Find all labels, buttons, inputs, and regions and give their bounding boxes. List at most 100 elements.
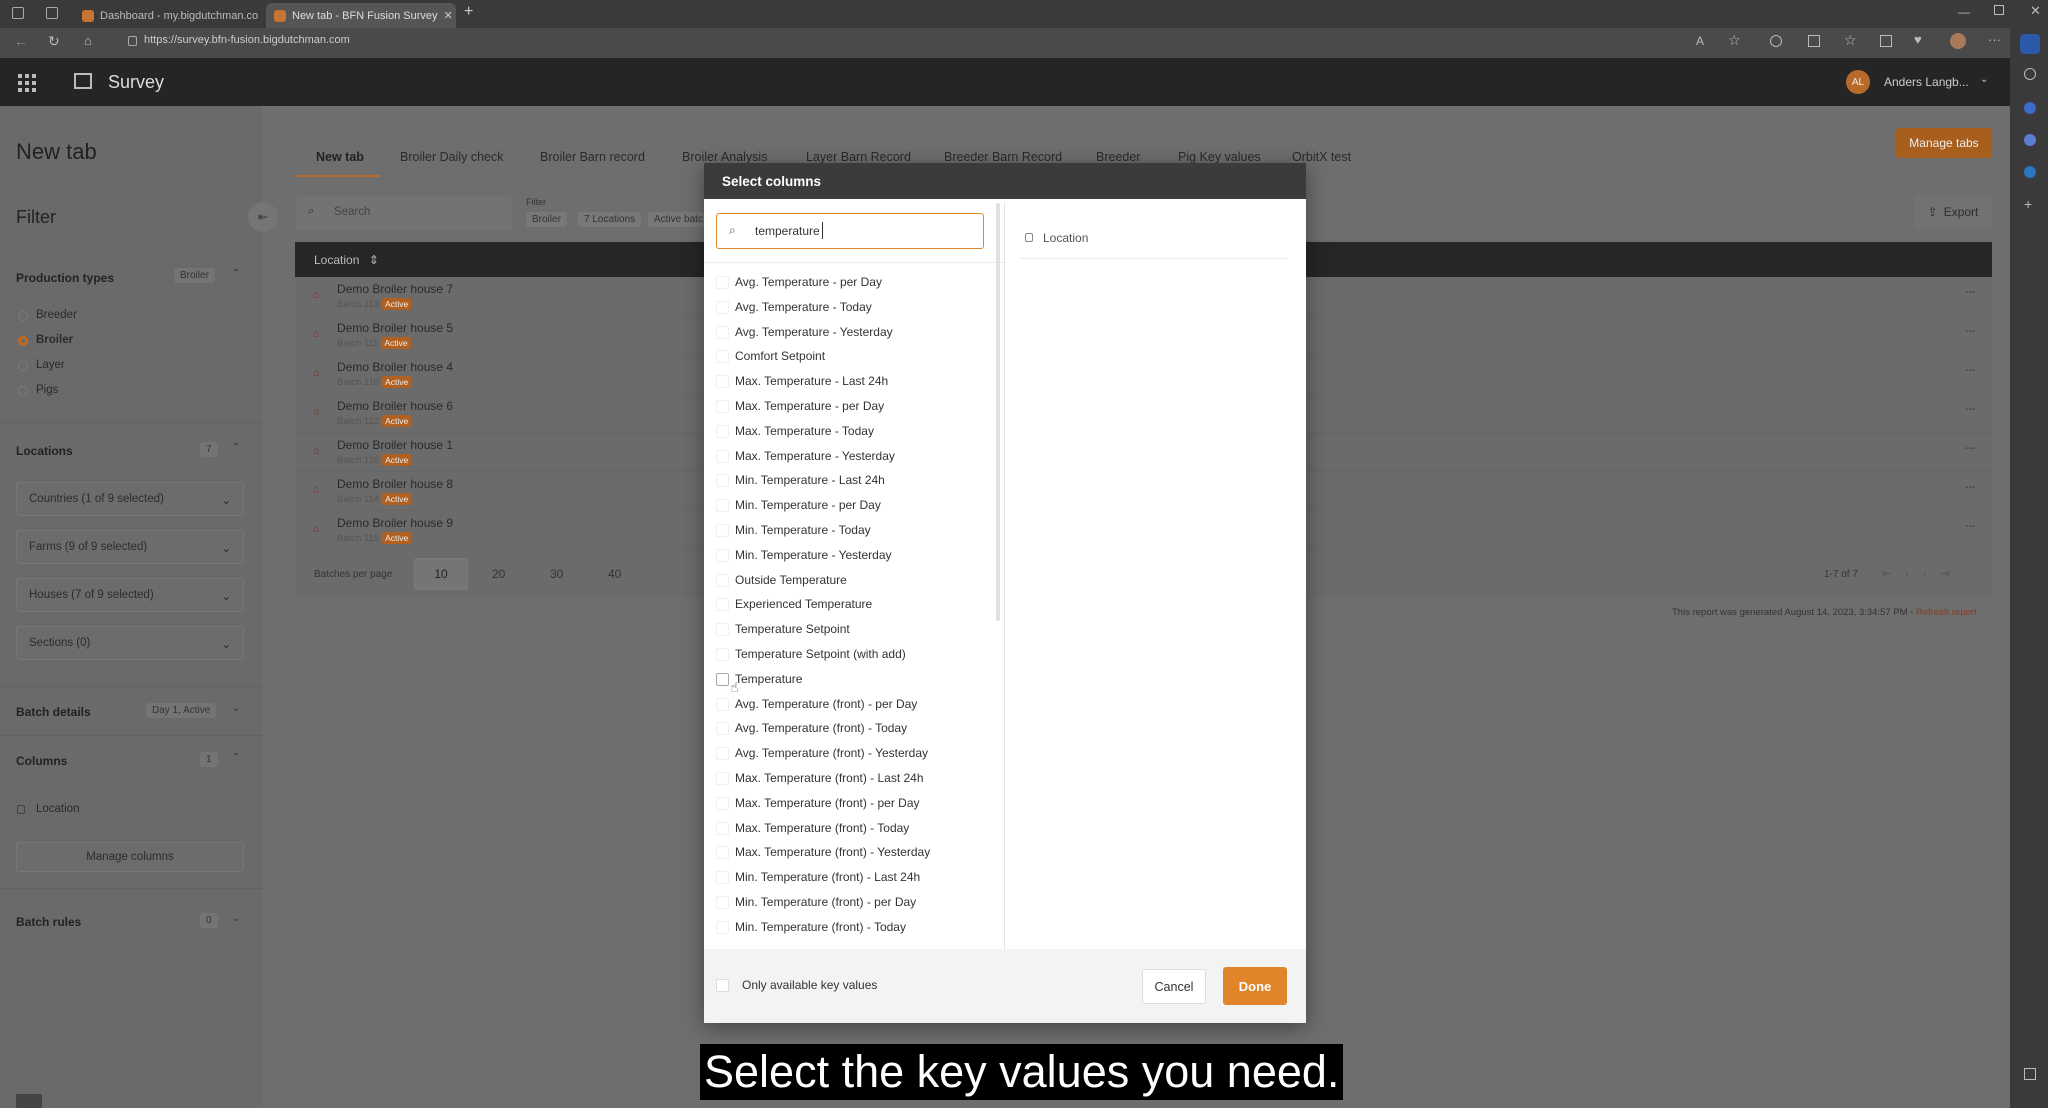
profile-avatar-icon[interactable]	[1950, 33, 1966, 49]
column-option-checkbox[interactable]	[716, 350, 729, 364]
tab-broiler-daily-check[interactable]: Broiler Daily check	[400, 150, 504, 164]
radio-breeder[interactable]	[18, 311, 28, 321]
column-option[interactable]: Avg. Temperature (front) - Yesterday	[735, 741, 928, 766]
back-icon[interactable]: ←	[14, 33, 28, 49]
column-option-checkbox[interactable]	[716, 747, 729, 761]
row-menu-icon[interactable]: ---	[1965, 404, 1975, 415]
row-menu-icon[interactable]: ---	[1965, 287, 1975, 298]
split-screen-icon[interactable]	[1808, 35, 1820, 47]
column-option[interactable]: Min. Temperature (front) - per Day	[735, 890, 916, 915]
browser-tab-dashboard[interactable]: Dashboard - my.bigdutchman.co ✕	[74, 3, 264, 28]
browser-tab-survey[interactable]: New tab - BFN Fusion Survey ✕	[266, 3, 456, 28]
chevron-down-icon[interactable]: ⌄	[232, 703, 240, 714]
column-option-checkbox[interactable]	[716, 325, 729, 339]
column-option-checkbox[interactable]	[716, 722, 729, 736]
new-tab-button[interactable]: +	[464, 3, 473, 21]
tab-broiler-analysis[interactable]: Broiler Analysis	[682, 150, 767, 164]
copilot-icon[interactable]	[2020, 34, 2040, 54]
user-menu-chevron-icon[interactable]: ⌄	[1980, 74, 1988, 85]
column-option-checkbox[interactable]	[716, 772, 729, 785]
tools-icon[interactable]	[2024, 134, 2036, 146]
production-option-breeder[interactable]: Breeder	[36, 309, 77, 321]
collapse-filter-icon[interactable]: ⇤	[248, 202, 278, 232]
countries-select[interactable]: Countries (1 of 9 selected) ⌄	[16, 482, 244, 516]
minimize-icon[interactable]: —	[1958, 5, 1970, 19]
production-option-layer[interactable]: Layer	[36, 359, 65, 371]
production-option-broiler[interactable]: Broiler	[36, 334, 73, 346]
column-option-checkbox[interactable]	[716, 300, 729, 314]
chevron-up-icon[interactable]: ⌃	[232, 752, 240, 763]
chat-icon[interactable]	[16, 1094, 42, 1108]
manage-columns-button[interactable]: Manage columns	[16, 842, 244, 872]
column-option[interactable]: Max. Temperature (front) - Last 24h	[735, 766, 924, 791]
page-size-30[interactable]: 30	[550, 567, 563, 581]
column-option-checkbox[interactable]	[716, 276, 729, 289]
column-option[interactable]: Avg. Temperature - Today	[735, 295, 872, 320]
column-option-checkbox[interactable]	[716, 474, 729, 488]
column-option[interactable]: Min. Temperature - per Day	[735, 493, 881, 518]
row-menu-icon[interactable]: ---	[1965, 443, 1975, 454]
add-sidebar-icon[interactable]: +	[2024, 196, 2032, 212]
filter-chip-broiler[interactable]: Broiler	[526, 212, 567, 227]
row-menu-icon[interactable]: ---	[1965, 326, 1975, 337]
column-option-checkbox[interactable]	[716, 375, 729, 389]
column-option[interactable]: Temperature Setpoint (with add)	[735, 642, 906, 667]
radio-broiler-selected[interactable]	[18, 336, 28, 346]
column-option[interactable]: Min. Temperature (front) - Today	[735, 915, 906, 940]
page-size-40[interactable]: 40	[608, 567, 621, 581]
page-size-20[interactable]: 20	[492, 567, 505, 581]
tab-orbitx-test[interactable]: OrbitX test	[1292, 150, 1351, 164]
column-option-checkbox[interactable]	[716, 524, 729, 537]
column-option-checkbox[interactable]	[716, 896, 729, 909]
column-option-checkbox[interactable]	[716, 796, 729, 810]
search-input[interactable]: ⌕ Search	[296, 196, 512, 230]
favorites-icon[interactable]: ☆	[1844, 32, 1857, 49]
more-menu-icon[interactable]: ···	[1988, 32, 2001, 47]
chevron-down-icon[interactable]: ⌄	[232, 913, 240, 924]
houses-select[interactable]: Houses (7 of 9 selected) ⌄	[16, 578, 244, 612]
filter-chip-locations[interactable]: 7 Locations	[578, 212, 642, 227]
shopping-icon[interactable]	[2024, 102, 2036, 114]
column-option[interactable]: Min. Temperature - Yesterday	[735, 543, 892, 568]
column-option-checkbox[interactable]	[716, 449, 729, 463]
tab-new-tab[interactable]: New tab	[316, 150, 364, 164]
only-available-checkbox[interactable]	[716, 979, 729, 992]
page-size-10[interactable]: 10	[414, 558, 468, 590]
column-option[interactable]: Avg. Temperature (front) - Today	[735, 716, 907, 741]
search-icon[interactable]	[2024, 68, 2036, 80]
pagination-arrows-icon[interactable]: ⇤‹›⇥	[1882, 567, 1964, 580]
heart-icon[interactable]: ♥	[1914, 32, 1922, 47]
read-aloud-icon[interactable]: A	[1696, 34, 1704, 48]
manage-tabs-button[interactable]: Manage tabs	[1896, 128, 1992, 158]
refresh-icon[interactable]: ↻	[48, 33, 60, 50]
chevron-up-icon[interactable]: ⌃	[232, 442, 240, 453]
tab-layer-barn-record[interactable]: Layer Barn Record	[806, 150, 911, 164]
column-option[interactable]: Avg. Temperature (front) - per Day	[735, 692, 917, 717]
outlook-icon[interactable]	[2024, 166, 2036, 178]
column-option[interactable]: Max. Temperature (front) - Today	[735, 816, 909, 841]
close-window-icon[interactable]: ✕	[2030, 3, 2041, 19]
column-option-checkbox[interactable]	[716, 499, 729, 513]
column-option[interactable]: Max. Temperature - per Day	[735, 394, 884, 419]
row-menu-icon[interactable]: ---	[1965, 482, 1975, 493]
column-option[interactable]: Temperature Setpoint	[735, 617, 850, 642]
only-available-label[interactable]: Only available key values	[742, 978, 877, 992]
farms-select[interactable]: Farms (9 of 9 selected) ⌄	[16, 530, 244, 564]
tab-breeder-barn-record[interactable]: Breeder Barn Record	[944, 150, 1062, 164]
url-field[interactable]: https://survey.bfn-fusion.bigdutchman.co…	[144, 34, 350, 46]
tab-pig-key-values[interactable]: Pig Key values	[1178, 150, 1261, 164]
export-button[interactable]: ⇪ Export	[1914, 196, 1992, 228]
column-option-checkbox[interactable]	[716, 871, 729, 885]
done-button[interactable]: Done	[1223, 967, 1287, 1005]
production-option-pigs[interactable]: Pigs	[36, 384, 58, 396]
column-option-checkbox[interactable]	[716, 573, 729, 587]
column-option[interactable]: Max. Temperature - Yesterday	[735, 444, 895, 469]
column-option-checkbox[interactable]	[716, 821, 729, 835]
row-menu-icon[interactable]: ---	[1965, 365, 1975, 376]
column-header-location[interactable]: Location ⇕	[314, 253, 379, 267]
column-option[interactable]: Temperature	[735, 667, 802, 692]
collections-icon[interactable]	[1880, 35, 1892, 47]
column-option[interactable]: Max. Temperature (front) - Yesterday	[735, 840, 930, 865]
column-option[interactable]: Experienced Temperature	[735, 592, 872, 617]
column-option[interactable]: Min. Temperature - Last 24h	[735, 468, 885, 493]
